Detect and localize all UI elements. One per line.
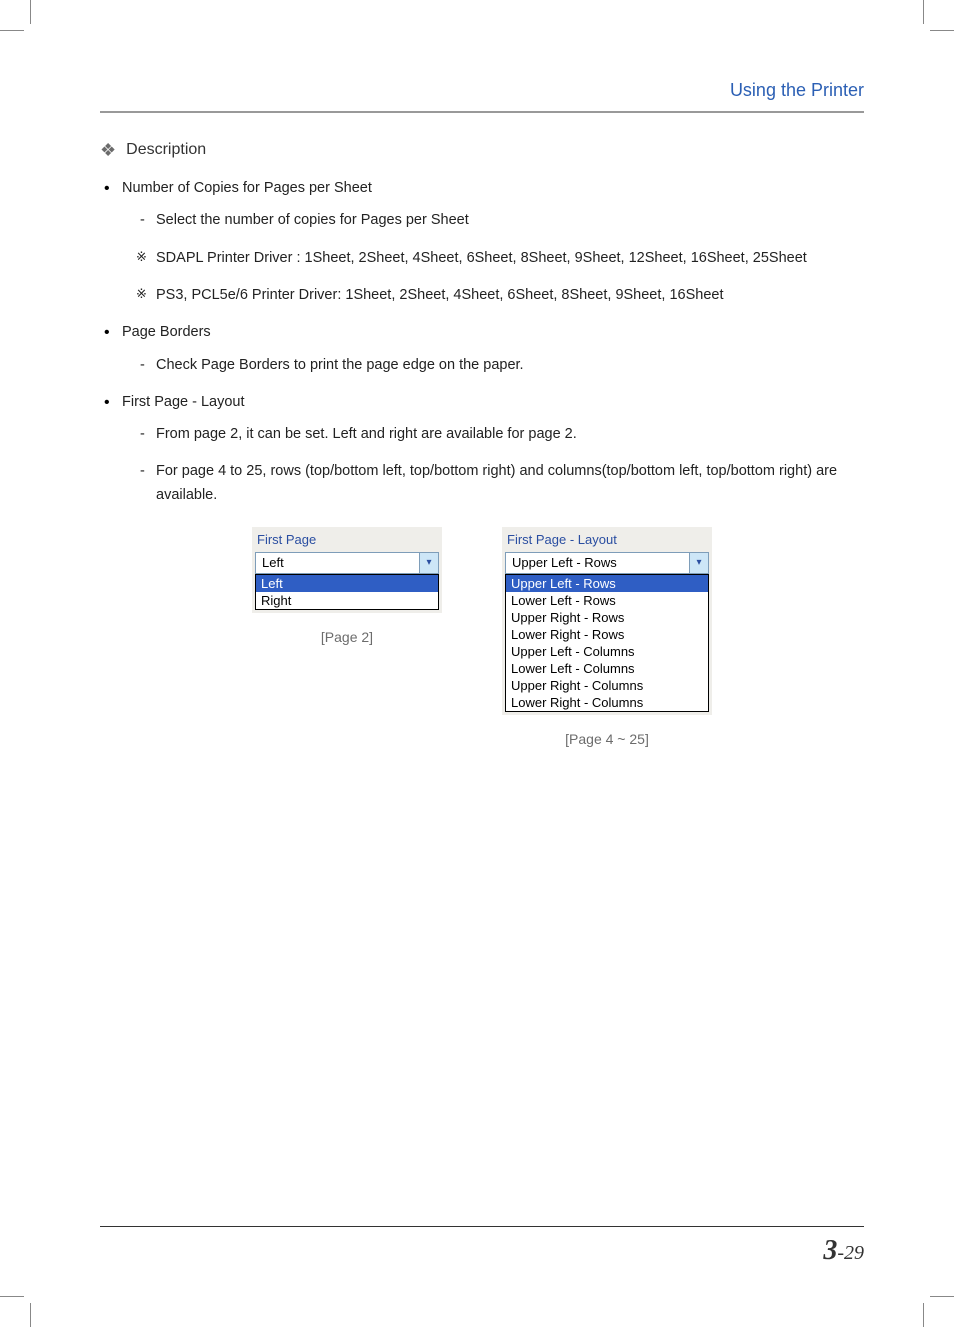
figure-page4-25: First Page - Layout Upper Left - Rows ▾ … [502,527,712,747]
list-item: Number of Copies for Pages per Sheet Sel… [100,177,864,307]
chevron-down-icon[interactable]: ▾ [419,553,438,573]
first-page-layout-select[interactable]: Upper Left - Rows ▾ [505,552,709,574]
item-label: Page Borders [122,324,211,340]
sub-item: From page 2, it can be set. Left and rig… [140,423,864,446]
figure-page2: First Page Left ▾ Left Right [Page 2] [252,527,442,645]
chevron-down-icon[interactable]: ▾ [689,553,708,573]
combo-value: Left [256,553,419,573]
first-page-layout-combo: First Page - Layout Upper Left - Rows ▾ … [502,527,712,715]
page-number: 29 [844,1242,864,1264]
item-label: First Page - Layout [122,394,245,410]
list-item: Page Borders Check Page Borders to print… [100,321,864,377]
option-right[interactable]: Right [256,592,438,609]
page-header: Using the Printer [100,80,864,113]
sub-item: PS3, PCL5e/6 Printer Driver: 1Sheet, 2Sh… [140,284,864,307]
header-title: Using the Printer [730,80,864,100]
list-item: First Page - Layout From page 2, it can … [100,391,864,507]
figures-row: First Page Left ▾ Left Right [Page 2] Fi… [100,527,864,747]
option-lower-right-cols[interactable]: Lower Right - Columns [506,694,708,711]
option-lower-left-cols[interactable]: Lower Left - Columns [506,660,708,677]
figure-caption: [Page 2] [321,629,373,645]
section-heading: ❖ Description [100,141,864,159]
combo-value: Upper Left - Rows [506,553,689,573]
sub-item: Select the number of copies for Pages pe… [140,209,864,232]
figure-caption: [Page 4 ~ 25] [565,731,649,747]
option-lower-left-rows[interactable]: Lower Left - Rows [506,592,708,609]
option-left[interactable]: Left [256,575,438,592]
sub-item: SDAPL Printer Driver : 1Sheet, 2Sheet, 4… [140,247,864,270]
option-upper-left-rows[interactable]: Upper Left - Rows [506,575,708,592]
first-page-layout-options[interactable]: Upper Left - Rows Lower Left - Rows Uppe… [505,574,709,712]
diamond-icon: ❖ [100,141,116,159]
first-page-options[interactable]: Left Right [255,574,439,610]
combo-label: First Page - Layout [507,532,709,547]
option-lower-right-rows[interactable]: Lower Right - Rows [506,626,708,643]
option-upper-right-cols[interactable]: Upper Right - Columns [506,677,708,694]
sub-item: For page 4 to 25, rows (top/bottom left,… [140,460,864,506]
option-upper-right-rows[interactable]: Upper Right - Rows [506,609,708,626]
sub-item: Check Page Borders to print the page edg… [140,354,864,377]
description-list: Number of Copies for Pages per Sheet Sel… [100,177,864,507]
first-page-select[interactable]: Left ▾ [255,552,439,574]
chapter-number: 3 [823,1235,837,1266]
page-footer: 3-29 [100,1226,864,1267]
item-label: Number of Copies for Pages per Sheet [122,180,372,196]
option-upper-left-cols[interactable]: Upper Left - Columns [506,643,708,660]
combo-label: First Page [257,532,439,547]
section-title: Description [126,141,206,159]
first-page-combo: First Page Left ▾ Left Right [252,527,442,613]
footer-sep: - [837,1242,844,1264]
